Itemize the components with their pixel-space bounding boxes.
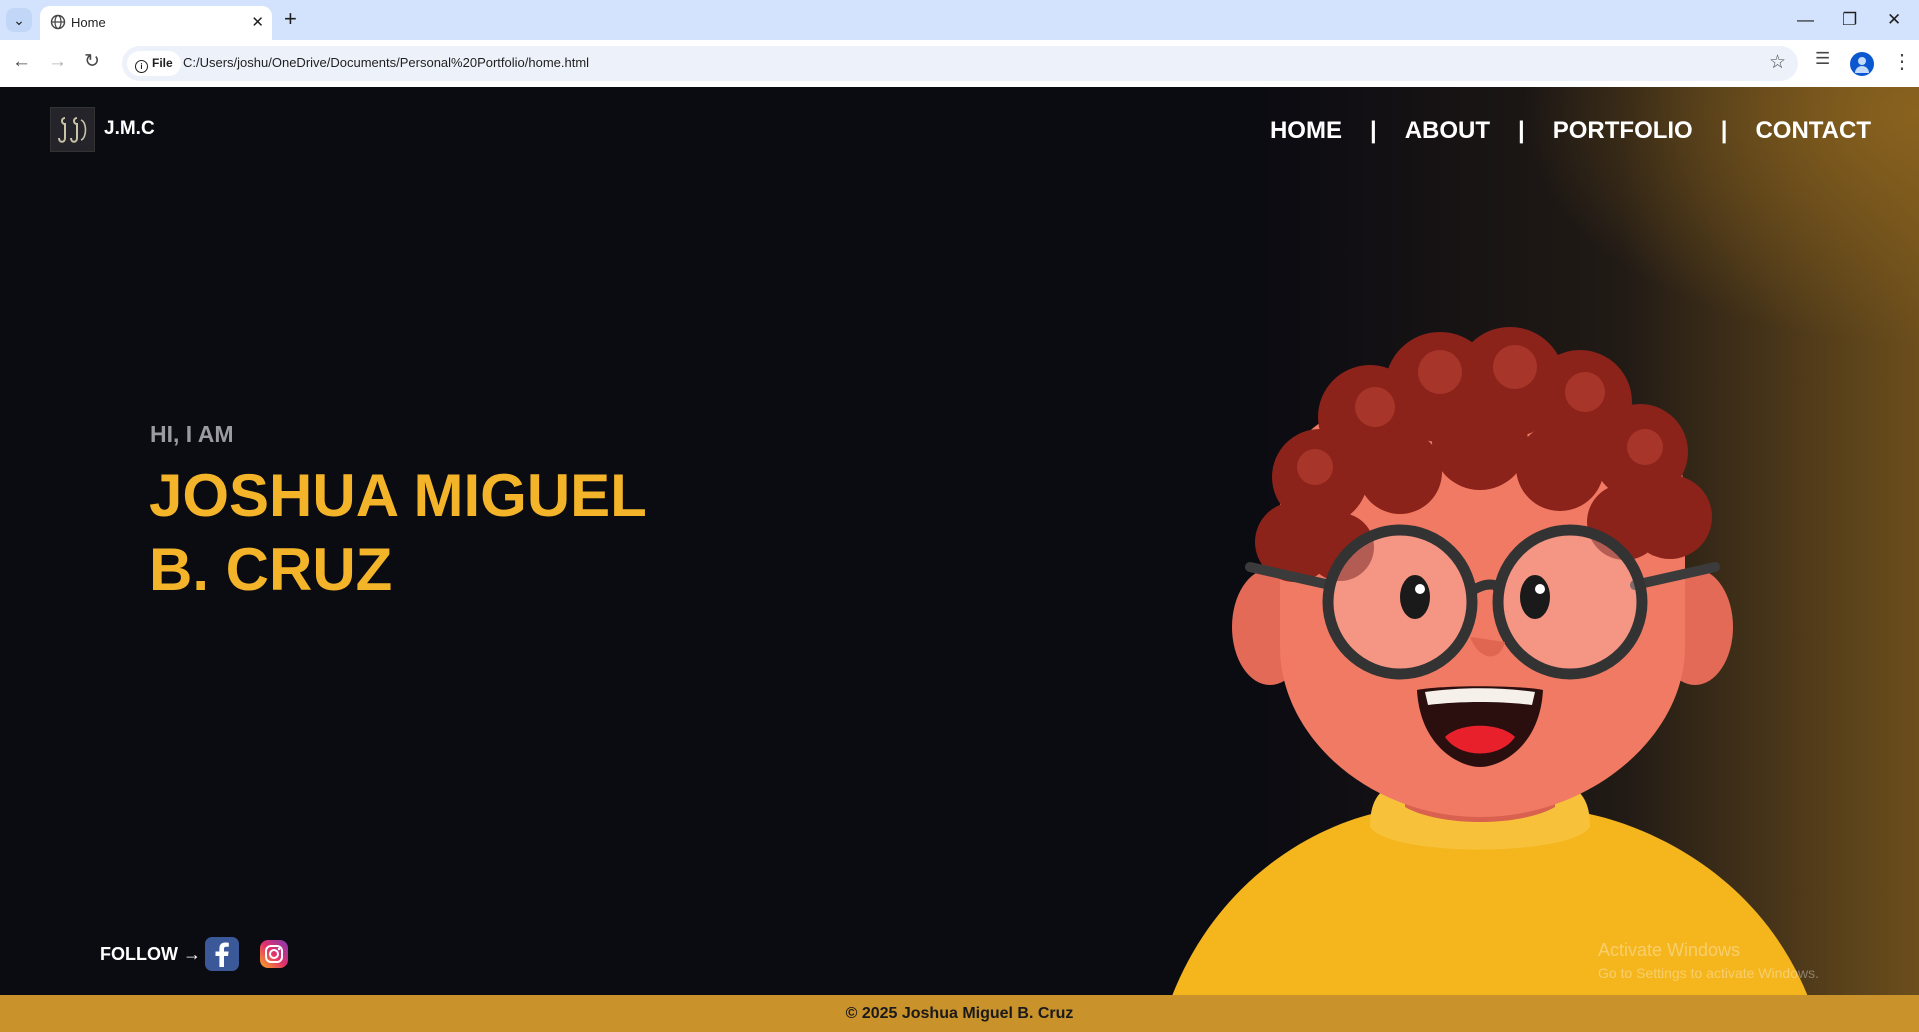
tab-close-icon[interactable]: ✕ xyxy=(251,13,264,31)
menu-icon[interactable]: ⋮ xyxy=(1892,49,1912,74)
follow-label: FOLLOW → xyxy=(100,944,201,964)
site-info-chip[interactable]: i File xyxy=(127,51,181,76)
main-nav: HOME | ABOUT | PORTFOLIO | CONTACT xyxy=(1270,117,1871,145)
tab-search-button[interactable]: ⌄ xyxy=(6,8,32,32)
nav-separator: | xyxy=(1720,117,1728,144)
reload-button[interactable]: ↻ xyxy=(84,50,100,74)
hero-greeting: HI, I AM xyxy=(150,421,234,447)
nav-separator: | xyxy=(1518,117,1525,144)
avatar-illustration xyxy=(1160,327,1820,1032)
restore-button[interactable]: ❐ xyxy=(1842,6,1857,34)
logo-monogram-icon xyxy=(58,117,87,143)
star-icon[interactable]: ☆ xyxy=(1769,51,1786,74)
watermark-subtitle: Go to Settings to activate Windows. xyxy=(1598,965,1819,981)
window-close-button[interactable]: ✕ xyxy=(1887,6,1901,34)
info-icon: i xyxy=(135,60,148,73)
media-controls-icon[interactable]: ☰ xyxy=(1815,49,1830,69)
instagram-icon[interactable] xyxy=(260,940,288,968)
profile-icon[interactable] xyxy=(1850,52,1874,76)
facebook-icon[interactable] xyxy=(205,937,239,971)
back-button[interactable]: ← xyxy=(12,50,31,74)
hero-name: JOSHUA MIGUEL B. CRUZ xyxy=(149,459,849,607)
watermark-title: Activate Windows xyxy=(1598,940,1741,960)
browser-tabstrip: ⌄ Home ✕ + — ❐ ✕ xyxy=(0,0,1919,40)
site-brand[interactable]: J.M.C xyxy=(104,118,155,140)
url-text[interactable]: C:/Users/joshu/OneDrive/Documents/Person… xyxy=(183,55,589,70)
nav-contact[interactable]: CONTACT xyxy=(1755,117,1871,145)
browser-toolbar: ← → ↻ i File C:/Users/joshu/OneDrive/Docu… xyxy=(0,40,1919,87)
site-footer: © 2025 Joshua Miguel B. Cruz xyxy=(0,995,1919,1032)
globe-icon xyxy=(50,14,66,30)
browser-tab-home[interactable]: Home ✕ xyxy=(40,6,272,40)
address-bar[interactable]: i File C:/Users/joshu/OneDrive/Documents/… xyxy=(122,46,1798,81)
nav-home[interactable]: HOME xyxy=(1270,117,1342,145)
new-tab-button[interactable]: + xyxy=(284,6,297,32)
hero-name-line2: B. CRUZ xyxy=(149,536,393,603)
nav-separator: | xyxy=(1369,117,1377,144)
nav-about[interactable]: ABOUT xyxy=(1405,117,1490,145)
page-viewport: J.M.C HOME | ABOUT | PORTFOLIO | CONTACT… xyxy=(0,87,1919,1032)
tab-title: Home xyxy=(71,15,106,30)
forward-button[interactable]: → xyxy=(48,50,67,74)
activation-watermark: Activate Windows Go to Settings to activ… xyxy=(1598,940,1819,981)
site-logo[interactable] xyxy=(50,107,95,152)
minimize-button[interactable]: — xyxy=(1797,6,1814,34)
hero-name-line1: JOSHUA MIGUEL xyxy=(149,462,647,529)
nav-portfolio[interactable]: PORTFOLIO xyxy=(1553,117,1693,145)
